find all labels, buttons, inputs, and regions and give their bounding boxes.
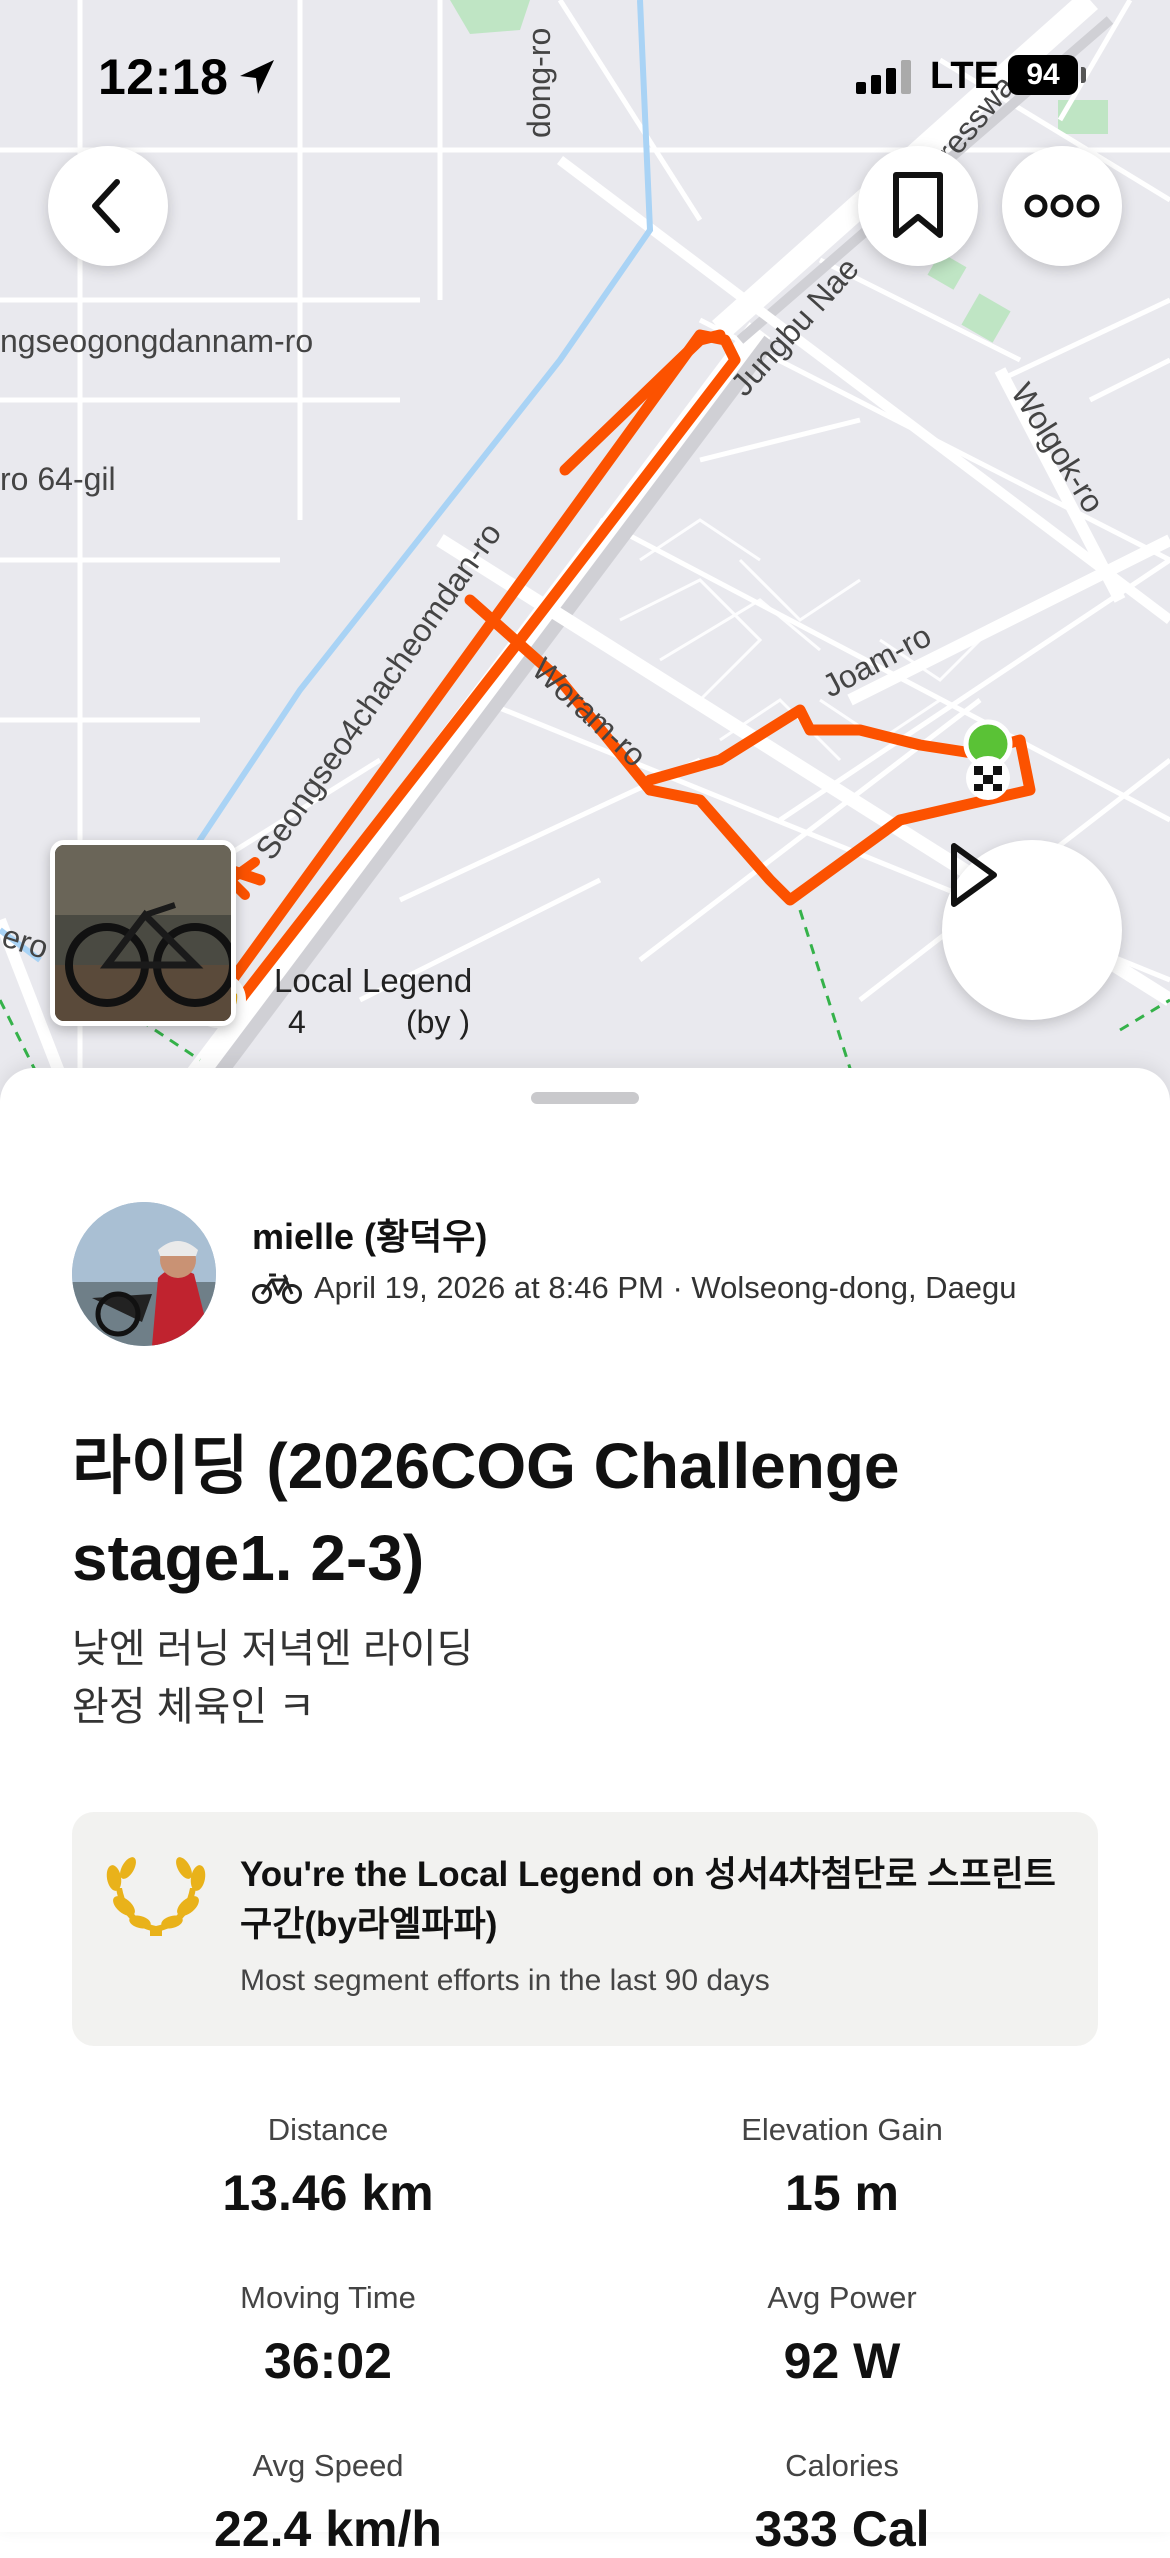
- local-legend-title: You're the Local Legend on 성서4차첨단로 스프린트 …: [240, 1855, 1056, 1944]
- description-line: 낮엔 러닝 저녁엔 라이딩: [72, 1627, 474, 1671]
- local-legend-card[interactable]: You're the Local Legend on 성서4차첨단로 스프린트 …: [72, 1812, 1098, 2046]
- joam-ro-road: [847, 534, 1170, 706]
- bike-icon: [252, 1273, 302, 1304]
- sheet-grabber[interactable]: [531, 1092, 639, 1104]
- battery-tip: [1081, 67, 1086, 83]
- stat-value: 15 m: [785, 2165, 899, 2221]
- local-legend-map-by: (by ): [406, 1004, 470, 1040]
- stat-value: 22.4 km/h: [214, 2501, 442, 2557]
- status-time: 12:18: [98, 49, 229, 105]
- local-legend-map-label: Local Legend: [274, 962, 473, 999]
- stat-value: 13.46 km: [222, 2165, 434, 2221]
- activity-description: 낮엔 러닝 저녁엔 라이딩 완정 체육인 ㅋ: [72, 1620, 473, 1736]
- stat-distance: Distance 13.46 km: [118, 2112, 538, 2222]
- activity-photo-thumbnail[interactable]: [50, 840, 236, 1026]
- activity-datetime-location: April 19, 2026 at 8:46 PM · Wolseong-don…: [314, 1270, 1017, 1305]
- chevron-left-icon: [92, 179, 120, 233]
- save-route-button[interactable]: [858, 146, 978, 266]
- cellular-signal-icon: [856, 60, 916, 99]
- stat-label: Elevation Gain: [741, 2112, 943, 2147]
- more-options-button[interactable]: [1002, 146, 1122, 266]
- stat-label: Avg Power: [767, 2280, 917, 2315]
- stat-value: 333 Cal: [754, 2501, 930, 2557]
- bookmark-icon: [893, 172, 943, 238]
- route-map[interactable]: dong-ro ngseogongdannam-ro ro 64-gil Jun…: [0, 0, 1170, 1100]
- stat-avg-power: Avg Power 92 W: [632, 2280, 1052, 2390]
- street-label: ro 64-gil: [0, 461, 116, 497]
- finish-marker: [966, 756, 1010, 800]
- bike-path: [1119, 998, 1170, 1032]
- play-flyover-button[interactable]: [942, 840, 1122, 1020]
- stat-moving-time: Moving Time 36:02: [118, 2280, 538, 2390]
- avatar-photo: [72, 1202, 216, 1346]
- battery-indicator: 94: [1008, 55, 1078, 95]
- stat-value: 36:02: [264, 2333, 392, 2389]
- stat-label: Moving Time: [240, 2280, 416, 2315]
- play-icon: [951, 843, 997, 907]
- stat-label: Distance: [267, 2112, 389, 2147]
- street-label: ero: [0, 917, 53, 966]
- stat-avg-speed: Avg Speed 22.4 km/h: [118, 2448, 538, 2558]
- activity-title: 라이딩 (2026COG Challenge stage1. 2-3): [72, 1430, 900, 1594]
- location-arrow-icon: [236, 56, 278, 103]
- local-legend-subtitle: Most segment efforts in the last 90 days: [240, 1964, 770, 1997]
- activity-detail-sheet[interactable]: mielle (황덕우) April 19, 2026 at 8:46 PM ·…: [0, 1068, 1170, 2557]
- stat-calories: Calories 333 Cal: [632, 2448, 1052, 2558]
- description-line: 완정 체육인 ㅋ: [72, 1685, 316, 1729]
- bike-photo: [55, 845, 231, 1021]
- stat-value: 92 W: [783, 2333, 901, 2389]
- stat-elevation-gain: Elevation Gain 15 m: [632, 2112, 1052, 2222]
- status-bar: 12:18 LTE 94: [0, 0, 1170, 150]
- laurel-icon: [106, 1857, 206, 1936]
- local-legend-map-count: 4: [288, 1004, 306, 1040]
- network-type: LTE: [930, 55, 999, 97]
- athlete-name[interactable]: mielle (황덕우): [252, 1208, 487, 1260]
- athlete-avatar[interactable]: [72, 1202, 216, 1346]
- street-label: ngseogongdannam-ro: [0, 323, 313, 359]
- more-dots-icon: [1024, 194, 1100, 218]
- activity-meta: April 19, 2026 at 8:46 PM · Wolseong-don…: [252, 1270, 1017, 1306]
- stat-label: Avg Speed: [252, 2448, 404, 2483]
- stat-label: Calories: [785, 2448, 899, 2483]
- back-button[interactable]: [48, 146, 168, 266]
